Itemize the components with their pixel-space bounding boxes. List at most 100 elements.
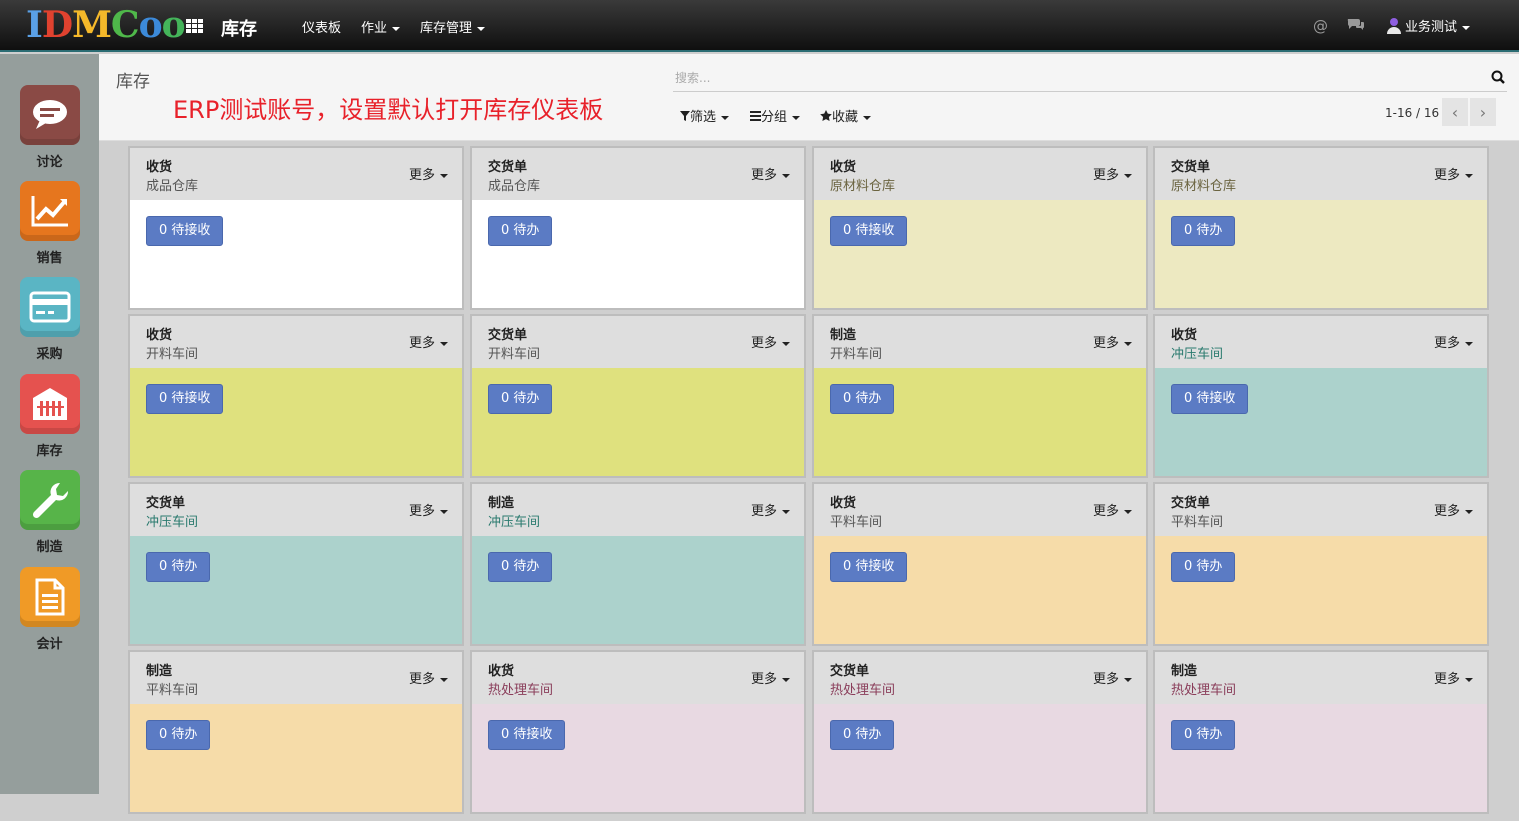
card-more-button[interactable]: 更多 bbox=[751, 332, 790, 351]
more-label: 更多 bbox=[408, 168, 435, 183]
card-more-button[interactable]: 更多 bbox=[1434, 668, 1473, 687]
sidebar-item-manufacturing[interactable]: 制造 bbox=[0, 470, 99, 555]
app-sidebar: 讨论 销售 采购 库存 制造 会计 bbox=[0, 54, 99, 794]
sidebar-item-sales[interactable]: 销售 bbox=[0, 181, 99, 266]
card-subtitle[interactable]: 原材料仓库 bbox=[830, 175, 895, 194]
card-subtitle[interactable]: 平料车间 bbox=[830, 511, 882, 530]
card-subtitle[interactable]: 开料车间 bbox=[146, 343, 198, 362]
more-label: 更多 bbox=[750, 672, 777, 687]
group-by-label: 分组 bbox=[761, 110, 788, 125]
caret-down-icon bbox=[721, 115, 730, 120]
more-label: 更多 bbox=[750, 168, 777, 183]
card-more-button[interactable]: 更多 bbox=[409, 164, 448, 183]
dashboard-card[interactable]: 收货 原材料仓库 更多 0 待接收 bbox=[812, 146, 1148, 310]
chat-bubbles-icon[interactable] bbox=[1347, 17, 1365, 35]
more-label: 更多 bbox=[1433, 672, 1460, 687]
caret-down-icon bbox=[863, 115, 872, 120]
menu-inventory-management[interactable]: 库存管理 bbox=[420, 17, 486, 36]
card-action-button[interactable]: 0 待办 bbox=[488, 384, 553, 414]
card-subtitle[interactable]: 成品仓库 bbox=[488, 175, 540, 194]
sidebar-item-accounting[interactable]: 会计 bbox=[0, 567, 99, 652]
card-action-button[interactable]: 0 待办 bbox=[488, 216, 553, 246]
dashboard-card[interactable]: 交货单 热处理车间 更多 0 待办 bbox=[812, 650, 1148, 814]
card-more-button[interactable]: 更多 bbox=[409, 332, 448, 351]
menu-dashboard[interactable]: 仪表板 bbox=[302, 17, 341, 36]
dashboard-card[interactable]: 制造 开料车间 更多 0 待办 bbox=[812, 314, 1148, 478]
dashboard-card[interactable]: 制造 冲压车间 更多 0 待办 bbox=[470, 482, 806, 646]
dashboard-card[interactable]: 交货单 开料车间 更多 0 待办 bbox=[470, 314, 806, 478]
search-icon[interactable] bbox=[1491, 70, 1505, 84]
card-action-button[interactable]: 0 待办 bbox=[1171, 552, 1236, 582]
user-menu[interactable]: 业务测试 bbox=[1387, 16, 1471, 35]
card-action-button[interactable]: 0 待办 bbox=[146, 552, 211, 582]
dashboard-card[interactable]: 收货 开料车间 更多 0 待接收 bbox=[128, 314, 464, 478]
caret-down-icon bbox=[1124, 173, 1132, 178]
dashboard-card[interactable]: 收货 成品仓库 更多 0 待接收 bbox=[128, 146, 464, 310]
card-more-button[interactable]: 更多 bbox=[751, 668, 790, 687]
chat-icon bbox=[19, 85, 80, 145]
sidebar-item-purchase[interactable]: 采购 bbox=[0, 277, 99, 362]
dashboard-card[interactable]: 制造 平料车间 更多 0 待办 bbox=[128, 650, 464, 814]
pager-next-button[interactable]: › bbox=[1470, 98, 1496, 126]
card-header: 收货 冲压车间 更多 bbox=[1155, 316, 1487, 368]
card-action-button[interactable]: 0 待办 bbox=[830, 384, 895, 414]
card-more-button[interactable]: 更多 bbox=[1093, 164, 1132, 183]
search-input[interactable] bbox=[673, 67, 1467, 89]
card-more-button[interactable]: 更多 bbox=[1093, 332, 1132, 351]
dashboard-card[interactable]: 交货单 平料车间 更多 0 待办 bbox=[1153, 482, 1489, 646]
breadcrumb: 库存 bbox=[116, 72, 150, 92]
card-subtitle[interactable]: 热处理车间 bbox=[488, 679, 553, 698]
card-subtitle[interactable]: 开料车间 bbox=[830, 343, 882, 362]
sidebar-item-inventory[interactable]: 库存 bbox=[0, 374, 99, 459]
at-mention-icon[interactable]: @ bbox=[1313, 17, 1328, 35]
caret-down-icon bbox=[1124, 509, 1132, 514]
wrench-icon bbox=[19, 470, 80, 530]
card-action-button[interactable]: 0 待办 bbox=[1171, 720, 1236, 750]
pager-previous-button[interactable]: ‹ bbox=[1442, 98, 1468, 126]
sidebar-item-discuss[interactable]: 讨论 bbox=[0, 85, 99, 170]
card-action-button[interactable]: 0 待接收 bbox=[488, 720, 566, 750]
dashboard-card[interactable]: 收货 热处理车间 更多 0 待接收 bbox=[470, 650, 806, 814]
card-title: 制造 bbox=[146, 664, 173, 679]
card-action-button[interactable]: 0 待办 bbox=[488, 552, 553, 582]
card-subtitle[interactable]: 平料车间 bbox=[146, 679, 198, 698]
dashboard-card[interactable]: 交货单 成品仓库 更多 0 待办 bbox=[470, 146, 806, 310]
menu-operations[interactable]: 作业 bbox=[361, 17, 401, 36]
card-more-button[interactable]: 更多 bbox=[409, 500, 448, 519]
card-more-button[interactable]: 更多 bbox=[1093, 668, 1132, 687]
card-action-button[interactable]: 0 待办 bbox=[830, 720, 895, 750]
card-subtitle[interactable]: 冲压车间 bbox=[1171, 343, 1223, 362]
card-action-button[interactable]: 0 待接收 bbox=[1171, 384, 1249, 414]
card-subtitle[interactable]: 热处理车间 bbox=[1171, 679, 1236, 698]
card-action-button[interactable]: 0 待接收 bbox=[830, 552, 908, 582]
card-more-button[interactable]: 更多 bbox=[1434, 332, 1473, 351]
card-more-button[interactable]: 更多 bbox=[751, 500, 790, 519]
dashboard-card[interactable]: 制造 热处理车间 更多 0 待办 bbox=[1153, 650, 1489, 814]
card-more-button[interactable]: 更多 bbox=[1434, 164, 1473, 183]
card-more-button[interactable]: 更多 bbox=[751, 164, 790, 183]
filter-button[interactable]: 筛选 bbox=[680, 106, 730, 125]
card-more-button[interactable]: 更多 bbox=[1093, 500, 1132, 519]
dashboard-card[interactable]: 收货 平料车间 更多 0 待接收 bbox=[812, 482, 1148, 646]
card-more-button[interactable]: 更多 bbox=[409, 668, 448, 687]
card-subtitle[interactable]: 成品仓库 bbox=[146, 175, 198, 194]
card-subtitle[interactable]: 平料车间 bbox=[1171, 511, 1223, 530]
brand-logo[interactable]: IDMCoo bbox=[26, 5, 186, 45]
card-action-button[interactable]: 0 待办 bbox=[1171, 216, 1236, 246]
card-subtitle[interactable]: 冲压车间 bbox=[488, 511, 540, 530]
dashboard-card[interactable]: 交货单 原材料仓库 更多 0 待办 bbox=[1153, 146, 1489, 310]
group-by-button[interactable]: 分组 bbox=[750, 106, 801, 125]
card-subtitle[interactable]: 开料车间 bbox=[488, 343, 540, 362]
card-action-button[interactable]: 0 待接收 bbox=[146, 216, 224, 246]
card-more-button[interactable]: 更多 bbox=[1434, 500, 1473, 519]
card-subtitle[interactable]: 冲压车间 bbox=[146, 511, 198, 530]
dashboard-card[interactable]: 收货 冲压车间 更多 0 待接收 bbox=[1153, 314, 1489, 478]
card-action-button[interactable]: 0 待办 bbox=[146, 720, 211, 750]
apps-grid-icon[interactable] bbox=[186, 19, 203, 34]
card-subtitle[interactable]: 热处理车间 bbox=[830, 679, 895, 698]
card-subtitle[interactable]: 原材料仓库 bbox=[1171, 175, 1236, 194]
dashboard-card[interactable]: 交货单 冲压车间 更多 0 待办 bbox=[128, 482, 464, 646]
favorites-button[interactable]: 收藏 bbox=[820, 106, 872, 125]
card-action-button[interactable]: 0 待接收 bbox=[146, 384, 224, 414]
card-action-button[interactable]: 0 待接收 bbox=[830, 216, 908, 246]
